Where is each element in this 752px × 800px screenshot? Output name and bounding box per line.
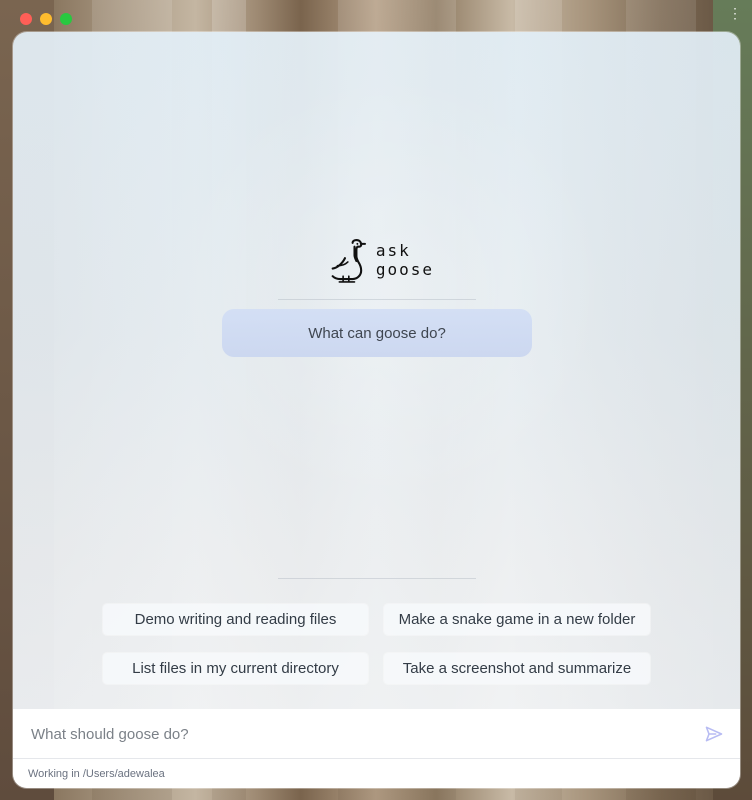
zoom-window-button[interactable]: [60, 13, 72, 25]
suggestion-button-4[interactable]: Take a screenshot and summarize: [384, 653, 650, 684]
logo-line-1: ask: [375, 241, 411, 260]
hero-prompt-chip[interactable]: What can goose do?: [222, 309, 532, 357]
desktop-background: ⋮ ask goose What can goose do? Demo writ…: [0, 0, 752, 800]
composer: Working in /Users/adewalea: [13, 709, 740, 788]
upper-divider: [278, 299, 476, 300]
vertical-ellipsis-icon[interactable]: ⋮: [728, 6, 742, 20]
chat-window: ask goose What can goose do? Demo writin…: [13, 32, 740, 788]
suggestion-button-2[interactable]: Make a snake game in a new folder: [384, 604, 650, 635]
lower-divider: [278, 578, 476, 579]
composer-input-row: [13, 709, 740, 760]
send-button[interactable]: [702, 722, 726, 746]
working-directory: Working in /Users/adewalea: [28, 768, 165, 780]
window-controls: [20, 13, 72, 25]
chat-input[interactable]: [29, 709, 683, 760]
goose-icon: [331, 239, 367, 283]
ask-goose-logo: ask goose: [326, 235, 434, 286]
logo-line-2: goose: [375, 260, 434, 279]
minimize-window-button[interactable]: [40, 13, 52, 25]
suggestion-button-1[interactable]: Demo writing and reading files: [103, 604, 368, 635]
close-window-button[interactable]: [20, 13, 32, 25]
send-icon: [705, 726, 723, 742]
suggestion-button-3[interactable]: List files in my current directory: [103, 653, 368, 684]
logo-text: ask goose: [376, 242, 434, 279]
